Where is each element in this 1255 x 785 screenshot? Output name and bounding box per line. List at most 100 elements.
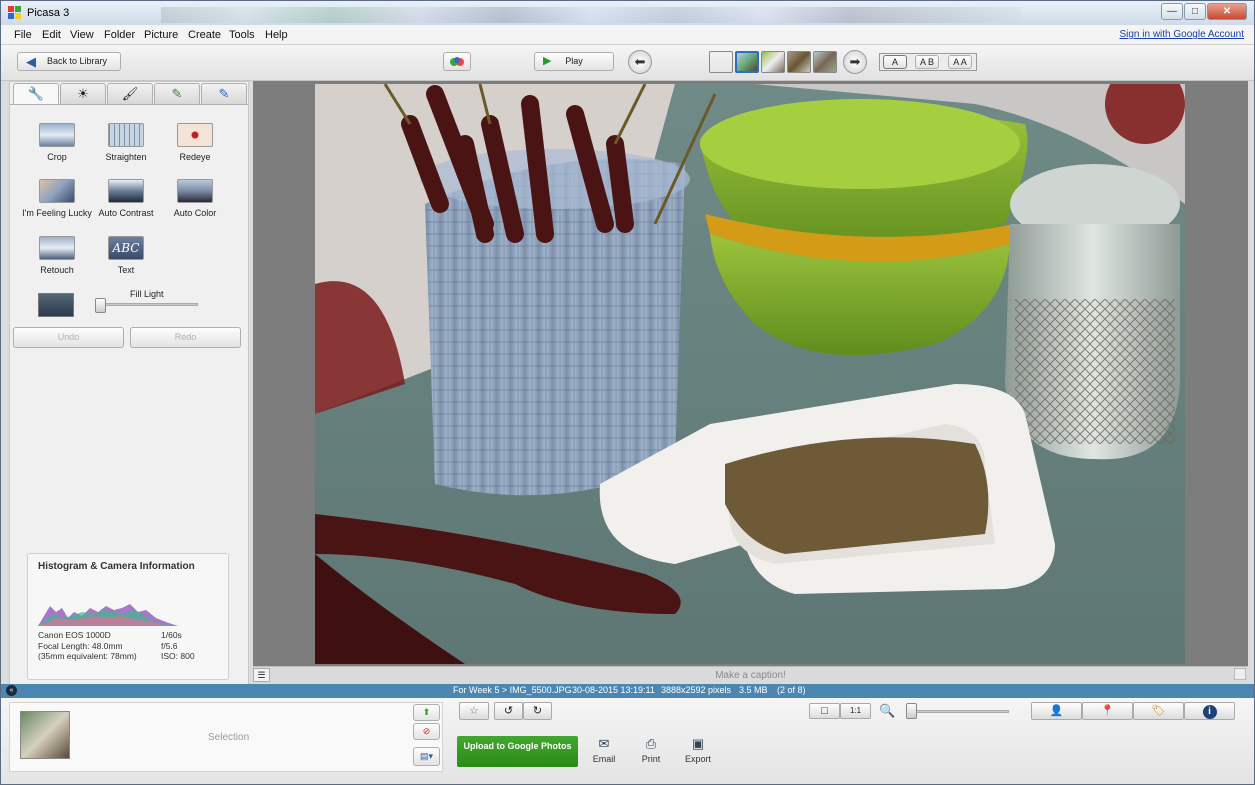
pin-icon: ⬆ [422, 707, 431, 717]
print-action[interactable]: ⎙ Print [631, 736, 671, 764]
print-icon: ⎙ [645, 736, 657, 751]
menu-bar: File Edit View Folder Picture Create Too… [1, 25, 1254, 45]
text-tool[interactable]: ABC Text [91, 236, 161, 275]
rotate-left-icon: ↺ [503, 705, 514, 717]
caption-clear-icon[interactable] [1234, 668, 1246, 680]
upload-to-google-photos-button[interactable]: Upload to Google Photos [457, 736, 578, 767]
selection-thumbnail[interactable] [20, 711, 70, 759]
toolbar: ◀ Back to Library ▶ Play ⬅ ➡ A A B A A [1, 45, 1254, 81]
close-button[interactable]: ✕ [1207, 3, 1247, 20]
filmstrip-thumb[interactable] [709, 51, 733, 73]
crop-label: Crop [47, 152, 67, 162]
fill-light-slider[interactable] [96, 303, 198, 306]
tab-divider [10, 104, 248, 105]
next-photo-button[interactable]: ➡ [843, 50, 867, 74]
properties-button[interactable]: i [1184, 702, 1235, 720]
email-label: Email [592, 754, 616, 764]
crop-tool[interactable]: Crop [22, 123, 92, 162]
text-tool-icon: ABC [108, 236, 144, 260]
tab-basic-fixes[interactable]: 🔧 [13, 83, 59, 105]
actual-size-button[interactable]: 1:1 [840, 703, 871, 719]
tab-more-effects[interactable]: ✎ [154, 83, 200, 104]
tags-button[interactable]: 🏷 [1133, 702, 1184, 720]
collapse-panel-icon[interactable]: « [6, 685, 17, 696]
auto-contrast-tool[interactable]: Auto Contrast [91, 179, 161, 218]
minimize-button[interactable]: — [1161, 3, 1183, 20]
caption-mode-aa[interactable]: A A [948, 55, 972, 69]
auto-contrast-icon [108, 179, 144, 203]
main-photo[interactable] [315, 84, 1185, 664]
straighten-tool[interactable]: Straighten [91, 123, 161, 162]
zoom-slider-handle[interactable] [906, 703, 917, 719]
fit-to-window-button[interactable]: □ [809, 703, 840, 719]
menu-picture[interactable]: Picture [144, 29, 178, 41]
tab-tuning[interactable]: ☀ [60, 83, 106, 104]
menu-folder[interactable]: Folder [104, 29, 135, 41]
auto-color-tool[interactable]: Auto Color [160, 179, 230, 218]
collage-icon [450, 57, 464, 66]
status-path: For Week 5 > IMG_5500.JPG [453, 685, 572, 695]
collage-tool-button[interactable] [443, 52, 471, 71]
hold-selection-button[interactable]: ⬆ [413, 704, 440, 721]
menu-file[interactable]: File [14, 29, 32, 41]
menu-view[interactable]: View [70, 29, 94, 41]
straighten-label: Straighten [105, 152, 147, 162]
zoom-slider[interactable] [906, 710, 1009, 713]
menu-create[interactable]: Create [188, 29, 221, 41]
star-icon: ☆ [469, 705, 479, 717]
filmstrip-thumb[interactable] [761, 51, 785, 73]
retouch-icon [39, 236, 75, 260]
bottom-tray: Selection ⬆ ⊘ ▤▾ ☆ ↺ ↻ Upload to Google … [1, 698, 1254, 784]
email-action[interactable]: ✉ Email [584, 736, 624, 764]
redeye-icon [177, 123, 213, 147]
sign-in-link[interactable]: Sign in with Google Account [1119, 29, 1244, 40]
undo-button[interactable]: Undo [13, 327, 124, 348]
status-dimensions: 3888x2592 pixels [661, 685, 732, 695]
rotate-left-button[interactable]: ↺ [494, 702, 523, 720]
focal-length: Focal Length: 48.0mm [38, 640, 123, 651]
play-icon: ▶ [543, 55, 552, 67]
person-icon: 👤 [1049, 705, 1064, 717]
caption-mode-ab[interactable]: A B [915, 55, 939, 69]
redeye-tool[interactable]: Redeye [160, 123, 230, 162]
tab-effects[interactable]: 🖌 [107, 83, 153, 104]
menu-help[interactable]: Help [265, 29, 288, 41]
play-slideshow-button[interactable]: ▶ Play [534, 52, 614, 71]
histogram-title: Histogram & Camera Information [38, 561, 195, 572]
redo-button[interactable]: Redo [130, 327, 241, 348]
auto-color-label: Auto Color [173, 208, 217, 218]
back-to-library-button[interactable]: ◀ Back to Library [17, 52, 121, 71]
filmstrip-thumb-current[interactable] [735, 51, 759, 73]
camera-info: Canon EOS 1000D Focal Length: 48.0mm (35… [38, 630, 137, 662]
star-button[interactable]: ☆ [459, 702, 489, 720]
wrench-icon: 🔧 [27, 86, 45, 101]
tag-icon: 🏷 [1151, 705, 1166, 717]
places-button[interactable]: 📍 [1082, 702, 1133, 720]
email-icon: ✉ [598, 736, 610, 751]
maximize-button[interactable]: □ [1184, 3, 1206, 20]
feeling-lucky-tool[interactable]: I'm Feeling Lucky [22, 179, 92, 218]
tab-artistic-effects[interactable]: ✎ [201, 83, 247, 104]
menu-tools[interactable]: Tools [229, 29, 255, 41]
focal-equivalent: (35mm equivalent: 78mm) [38, 651, 137, 661]
feeling-lucky-icon [39, 179, 75, 203]
fill-light-label: Fill Light [130, 289, 164, 299]
histogram-panel: Histogram & Camera Information Canon EOS… [27, 553, 229, 680]
aperture: f/5.6 [161, 640, 178, 651]
caption-mode-a[interactable]: A [883, 55, 907, 69]
back-arrow-icon: ◀ [26, 54, 36, 69]
clear-selection-button[interactable]: ⊘ [413, 723, 440, 740]
rotate-right-button[interactable]: ↻ [523, 702, 552, 720]
retouch-tool[interactable]: Retouch [22, 236, 92, 275]
fill-light-slider-handle[interactable] [95, 298, 106, 313]
previous-photo-button[interactable]: ⬅ [628, 50, 652, 74]
add-to-album-button[interactable]: ▤▾ [413, 747, 440, 766]
people-button[interactable]: 👤 [1031, 702, 1082, 720]
filmstrip-thumb[interactable] [787, 51, 811, 73]
caption-input[interactable]: Make a caption! [253, 670, 1248, 681]
menu-edit[interactable]: Edit [42, 29, 61, 41]
export-action[interactable]: ▣ Export [678, 736, 718, 764]
filmstrip-thumb[interactable] [813, 51, 837, 73]
title-bar-background [161, 7, 1021, 23]
map-pin-icon: 📍 [1100, 705, 1115, 717]
